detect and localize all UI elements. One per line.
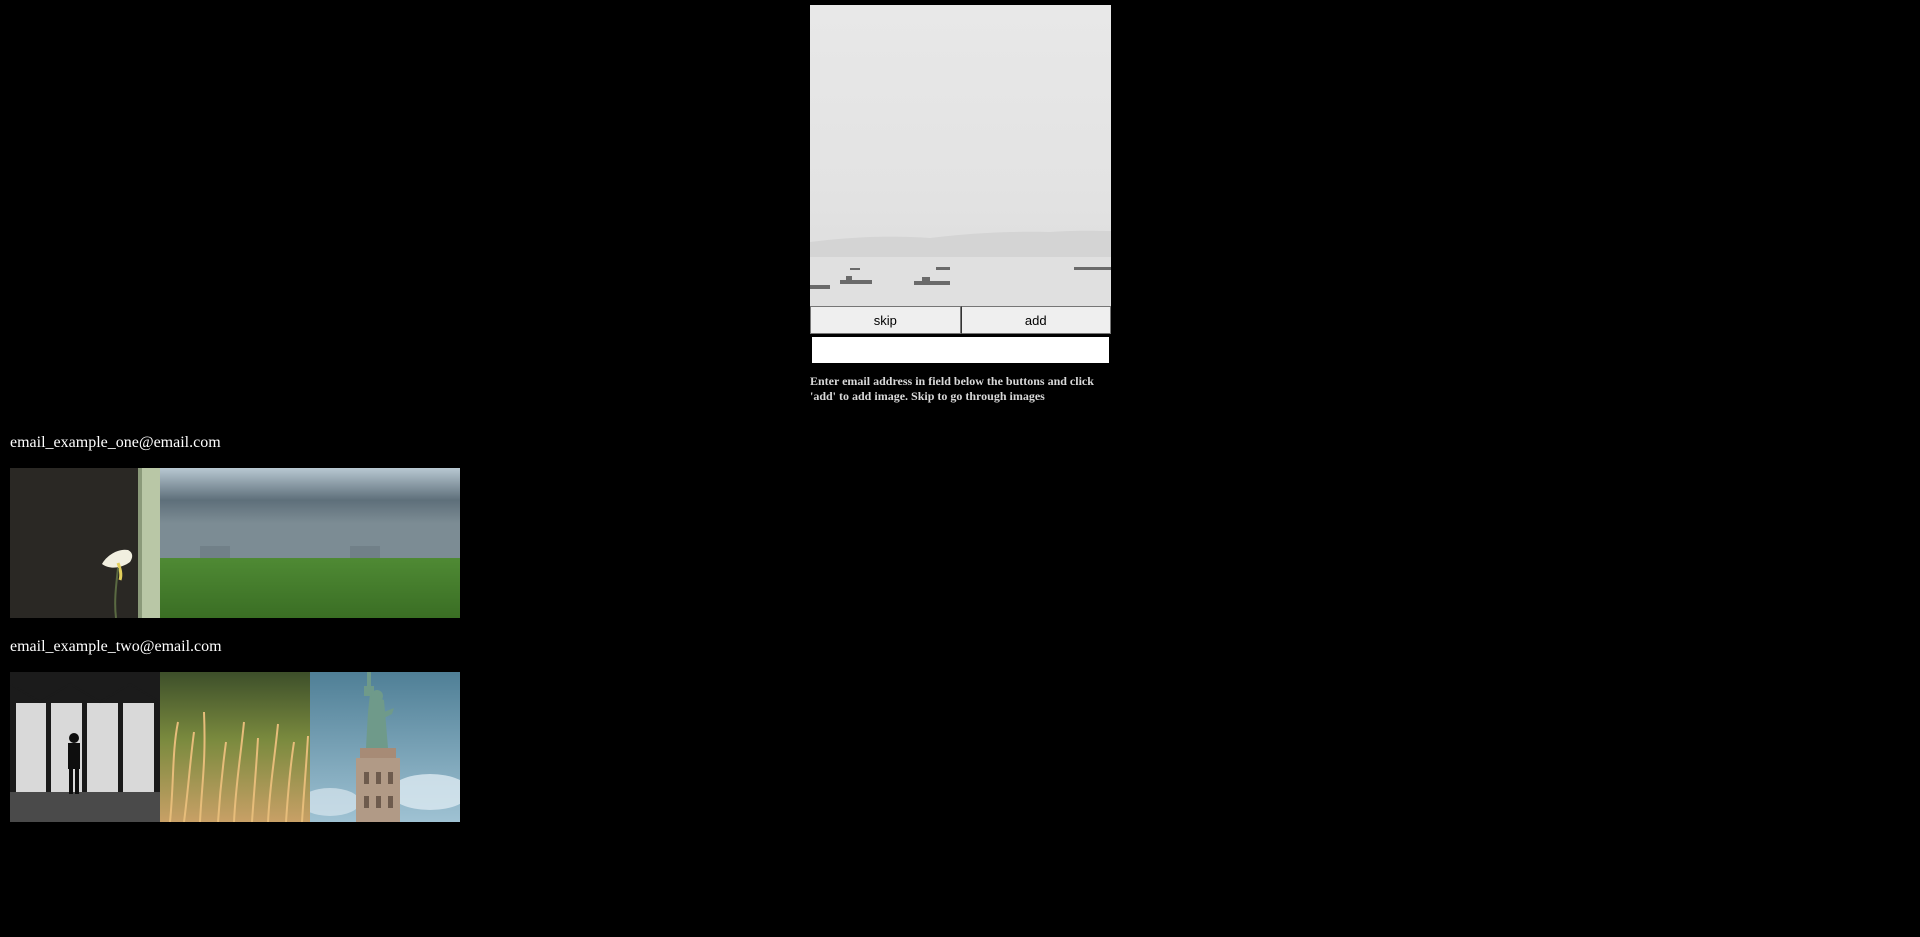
thumbnail-image[interactable] [310, 672, 460, 822]
add-button[interactable]: add [960, 306, 1111, 334]
thumbnail-image[interactable] [310, 468, 460, 618]
thumbnail-image[interactable] [10, 672, 160, 822]
preview-image [810, 5, 1111, 306]
thumbnail-image[interactable] [160, 468, 310, 618]
email-group: email_example_one@email.com [10, 434, 460, 618]
misty-harbor-illustration [810, 5, 1111, 306]
group-email-label: email_example_one@email.com [10, 434, 221, 451]
email-input[interactable] [810, 335, 1111, 365]
thumbnail-image[interactable] [10, 468, 160, 618]
image-list [10, 672, 460, 822]
storm-field-illustration [310, 468, 460, 618]
email-group: email_example_two@email.com [10, 638, 460, 822]
statue-of-liberty-illustration [310, 672, 460, 822]
thumbnail-image[interactable] [160, 672, 310, 822]
action-buttons: skip add [810, 306, 1111, 334]
group-email-label: email_example_two@email.com [10, 638, 222, 655]
skip-button[interactable]: skip [810, 306, 961, 334]
golden-grass-illustration [160, 672, 310, 822]
calla-lily-illustration [10, 468, 160, 618]
instructions-text: Enter email address in field below the b… [810, 374, 1094, 403]
image-picker: skip add Enter email address in field be… [810, 5, 1111, 404]
image-list [10, 468, 460, 618]
storm-field-illustration [160, 468, 310, 618]
hangar-silhouette-illustration [10, 672, 160, 822]
